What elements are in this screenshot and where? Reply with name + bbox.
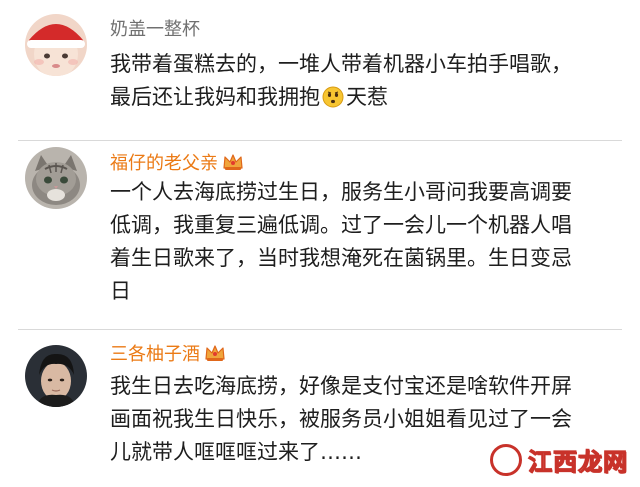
comment-line: 我生日去吃海底捞，好像是支付宝还是啥软件开屏 [110,374,572,398]
comment-line: 一个人去海底捞过生日，服务生小哥问我要高调要 [110,180,572,204]
user-avatar-portrait-image [25,345,87,407]
comment-line: 日 [110,279,131,303]
crown-badge-icon [222,152,244,179]
comment-username[interactable]: 奶盖一整杯 [110,18,200,42]
comment-text: 我带着蛋糕去的，一堆人带着机器小车拍手唱歌， 最后还让我妈和我拥抱 天惹 [110,48,625,118]
confused-face-emoji-icon [322,85,344,118]
comment-1: 奶盖一整杯 我带着蛋糕去的，一堆人带着机器小车拍手唱歌， 最后还让我妈和我拥抱 天… [0,0,640,140]
comment-username-text: 福仔的老父亲 [110,153,218,174]
comment-username[interactable]: 三各柚子酒 [110,343,226,370]
comment-line: 最后还让我妈和我拥抱 天惹 [110,81,625,118]
avatar[interactable] [25,14,87,76]
comment-line: 画面祝我生日快乐，被服务员小姐姐看见过了一会 [110,407,572,431]
comment-username-text: 三各柚子酒 [110,344,200,365]
comment-line: 我带着蛋糕去的，一堆人带着机器小车拍手唱歌， [110,52,572,76]
watermark-text: 江西龙网 [528,448,628,477]
comment-username[interactable]: 福仔的老父亲 [110,152,244,179]
avatar[interactable] [25,147,87,209]
comment-line: 着生日歌来了，当时我想淹死在菌锅里。生日变忌 [110,246,572,270]
watermark-logo-icon [490,443,522,476]
comment-2: 福仔的老父亲 一个人去海底捞过生日，服务生小哥问我要高调要 低调，我重复三遍低调… [0,141,640,329]
avatar[interactable] [25,345,87,407]
comment-text: 一个人去海底捞过生日，服务生小哥问我要高调要 低调，我重复三遍低调。过了一会儿一… [110,176,625,308]
watermark: 江西龙网 [490,442,628,477]
comment-line: 低调，我重复三遍低调。过了一会儿一个机器人唱 [110,213,572,237]
comment-line-text: 最后还让我妈和我拥抱 [110,85,320,109]
user-avatar-cat-image [25,147,87,209]
comment-line-text: 天惹 [346,85,388,109]
crown-badge-icon [204,343,226,370]
user-avatar-santa-hat-image [25,14,87,76]
